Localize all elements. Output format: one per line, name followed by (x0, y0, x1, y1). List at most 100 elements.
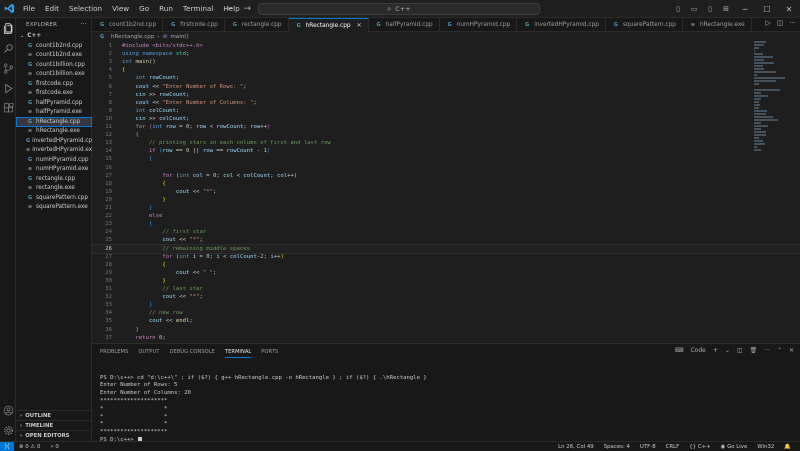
file-item[interactable]: ≡ firstcode.exe (16, 89, 92, 99)
problems-status[interactable]: ⊗ 0 ⚠ 0 (14, 444, 45, 450)
close-button[interactable]: ✕ (778, 5, 800, 14)
customize-layout-icon[interactable]: ⊞ (718, 5, 734, 13)
maximize-panel-icon[interactable]: ⌃ (777, 347, 782, 354)
file-item[interactable]: GhRectangle.cpp (16, 117, 92, 127)
more-actions-icon[interactable]: ··· (80, 20, 87, 28)
back-arrow-icon[interactable]: ← (226, 4, 234, 14)
close-panel-icon[interactable]: ✕ (789, 347, 794, 354)
forward-arrow-icon[interactable]: → (244, 4, 252, 14)
file-item[interactable]: GinvertedHPyramid.cpp (16, 136, 92, 146)
terminal-line: ******************** (100, 397, 790, 405)
line-number: 10 (105, 115, 112, 122)
explorer-title: EXPLORER (26, 22, 58, 28)
section-timeline[interactable]: › TIMELINE (16, 420, 92, 430)
file-item[interactable]: ≡ count1billion.exe (16, 70, 92, 80)
code-text: cout << "Enter Number of Columns: "; (122, 100, 256, 106)
run-code-icon[interactable]: ▷ (765, 19, 770, 27)
editor-tab[interactable]: Grectangle.cpp (225, 18, 289, 32)
more-actions-icon[interactable]: ··· (789, 19, 796, 27)
panel-tab-problems[interactable]: PROBLEMS (100, 349, 128, 358)
end-of-line[interactable]: CRLF (661, 444, 685, 450)
chevron-down-icon[interactable]: ⌄ (725, 347, 730, 354)
split-terminal-icon[interactable]: ◫ (737, 347, 743, 354)
more-actions-icon[interactable]: ··· (764, 347, 770, 354)
menu-run[interactable]: Run (154, 0, 178, 18)
panel-tab-ports[interactable]: PORTS (261, 349, 278, 358)
source-control-icon[interactable] (2, 62, 14, 74)
menu-selection[interactable]: Selection (64, 0, 107, 18)
panel-tab-output[interactable]: OUTPUT (138, 349, 159, 358)
extensions-icon[interactable] (2, 102, 14, 114)
file-item[interactable]: GsquarePattern.cpp (16, 193, 92, 203)
section-outline[interactable]: › OUTLINE (16, 410, 92, 420)
file-item[interactable]: Grectangle.cpp (16, 174, 92, 184)
remote-icon[interactable]: ⟩⟨ (0, 441, 14, 451)
file-item[interactable]: Gcount1b2nd.cpp (16, 41, 92, 51)
editor-tab[interactable]: Gfirstcode.cpp (163, 18, 225, 32)
file-item[interactable]: ≡ hRectangle.exe (16, 127, 92, 137)
cursor-position[interactable]: Ln 26, Col 49 (553, 444, 599, 450)
manage-gear-icon[interactable] (2, 424, 14, 436)
editor-tab[interactable]: GhalfPyramid.cpp (369, 18, 440, 32)
breadcrumb-file[interactable]: hRectangle.cpp (111, 34, 154, 40)
run-debug-icon[interactable] (2, 82, 14, 94)
file-item[interactable]: Gcount1billion.cpp (16, 60, 92, 70)
file-item[interactable]: GnumHPyramid.cpp (16, 155, 92, 165)
go-live[interactable]: ◉ Go Live (716, 444, 753, 450)
language-mode[interactable]: {} C++ (684, 444, 715, 450)
notifications-bell-icon[interactable]: 🔔 (779, 444, 796, 450)
line-number: 16 (105, 164, 112, 171)
accounts-icon[interactable] (2, 404, 14, 416)
editor-tab[interactable]: GinvertedHPyramid.cpp (517, 18, 606, 32)
file-item[interactable]: Gfirstcode.cpp (16, 79, 92, 89)
toggle-secondary-sidebar-icon[interactable]: ▯ (702, 5, 718, 13)
file-item[interactable]: ≡ rectangle.exe (16, 184, 92, 194)
terminal-output[interactable]: PS D:\c++> cd "d:\c++\" ; if ($?) { g++ … (100, 366, 790, 444)
editor-actions: ▷ ◫ ··· (765, 19, 796, 27)
minimize-button[interactable]: ─ (734, 5, 756, 14)
panel-tab-debug-console[interactable]: DEBUG CONSOLE (169, 349, 214, 358)
toggle-panel-icon[interactable]: ▭ (686, 5, 702, 13)
search-icon[interactable] (2, 42, 14, 54)
split-editor-icon[interactable]: ◫ (777, 19, 784, 27)
line-number: 31 (105, 286, 112, 293)
chevron-down-icon: ⌄ (20, 32, 25, 39)
panel-tab-terminal[interactable]: TERMINAL (224, 349, 252, 358)
editor-tab[interactable]: GhRectangle.cpp ✕ (288, 18, 369, 32)
trash-icon[interactable]: 🗑 (750, 347, 758, 354)
folder-header[interactable]: ⌄ C++ (16, 31, 92, 40)
file-item[interactable]: ≡ invertedHPyramid.exe (16, 146, 92, 156)
menu-file[interactable]: File (18, 0, 40, 18)
code-line: 14 if (row == 0 || row == rowCount - 1) (92, 147, 800, 155)
editor-tab[interactable]: ≡ hRectangle.exe (683, 18, 752, 32)
file-item[interactable]: GhalfPyramid.cpp (16, 98, 92, 108)
terminal-profile[interactable]: Code (690, 347, 705, 354)
ports-status[interactable]: ⑂ 0 (45, 444, 63, 450)
new-terminal-icon[interactable]: + (713, 347, 718, 354)
indentation[interactable]: Spaces: 4 (599, 444, 635, 450)
editor-tab[interactable]: GsquarePattern.cpp (606, 18, 683, 32)
editor-tab[interactable]: Gcount1b2nd.cpp (92, 18, 164, 32)
close-tab-icon[interactable]: ✕ (357, 22, 362, 29)
menu-go[interactable]: Go (134, 0, 154, 18)
command-center-search[interactable]: ⌕ C++ (258, 3, 540, 15)
menu-terminal[interactable]: Terminal (178, 0, 218, 18)
explorer-icon[interactable] (2, 22, 14, 34)
file-item[interactable]: ≡ numHPyramid.exe (16, 165, 92, 175)
code-text: { (122, 262, 165, 268)
editor-tab[interactable]: GnumHPyramid.cpp (440, 18, 518, 32)
menu-edit[interactable]: Edit (40, 0, 64, 18)
file-item[interactable]: ≡ squarePattern.exe (16, 203, 92, 213)
code-editor[interactable]: 1 #include <bits/stdc++.h> 2 using namespac… (92, 41, 800, 343)
terminal-text: * * (100, 421, 168, 428)
maximize-button[interactable]: ☐ (756, 5, 778, 14)
section-open-editors[interactable]: › OPEN EDITORS (16, 430, 92, 440)
file-item[interactable]: ≡ halfPyramid.exe (16, 108, 92, 118)
menu-view[interactable]: View (107, 0, 134, 18)
toggle-primary-sidebar-icon[interactable]: ▯ (670, 5, 686, 13)
platform[interactable]: Win32 (752, 444, 779, 450)
file-item[interactable]: ≡ count1b2nd.exe (16, 51, 92, 61)
encoding[interactable]: UTF-8 (635, 444, 661, 450)
breadcrumb-symbol[interactable]: main() (170, 34, 188, 40)
minimap[interactable] (754, 41, 792, 151)
